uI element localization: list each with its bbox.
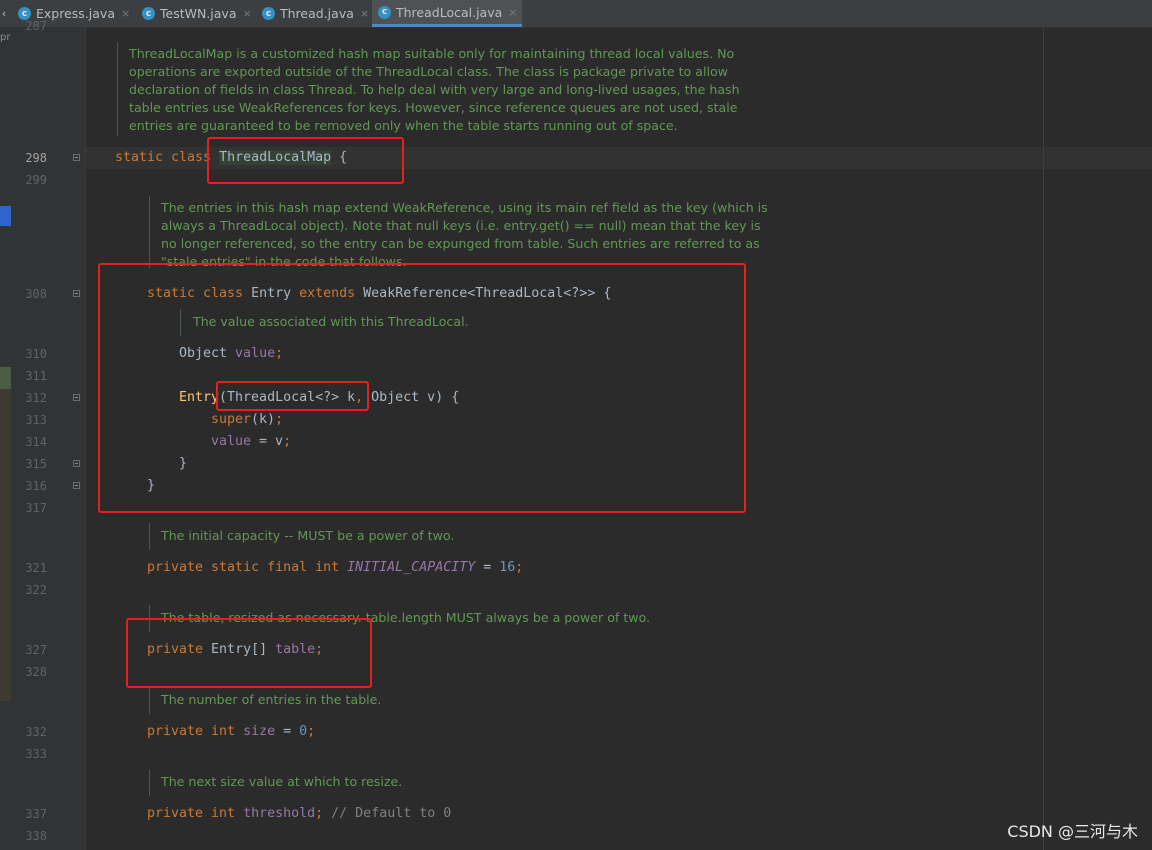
line-number: 338 xyxy=(25,829,47,843)
doc-comment-bar xyxy=(149,196,150,268)
fold-icon[interactable] xyxy=(73,482,80,489)
diff-marker xyxy=(0,367,11,389)
semicolon: ; xyxy=(307,724,316,739)
line-number: 308 xyxy=(25,287,47,301)
line-number: 332 xyxy=(25,725,47,739)
number-literal: 0 xyxy=(299,724,308,739)
doc-comment-bar xyxy=(117,42,118,136)
project-strip-label: pr xyxy=(0,32,11,43)
selection-marker xyxy=(0,206,11,226)
line-number: 314 xyxy=(25,435,47,449)
line-number: 312 xyxy=(25,391,47,405)
keyword: private int xyxy=(147,724,244,739)
line-number: 328 xyxy=(25,665,47,679)
scope-marker xyxy=(0,389,11,701)
fold-icon[interactable] xyxy=(73,460,80,467)
close-icon[interactable]: × xyxy=(508,6,517,19)
line-number: 313 xyxy=(25,413,47,427)
number-literal: 16 xyxy=(499,560,516,575)
line-number: 298 xyxy=(25,151,47,165)
annotation-box-threadlocal-key xyxy=(216,381,369,411)
tab-thread-java[interactable]: c Thread.java × xyxy=(256,0,370,27)
keyword: private int xyxy=(147,806,244,821)
annotation-box-entry-class xyxy=(98,263,746,513)
doc-line: ThreadLocalMap is a customized hash map … xyxy=(129,46,735,61)
project-tool-strip[interactable]: pr xyxy=(0,28,11,850)
doc-comment-bar xyxy=(149,769,150,796)
semicolon: ; xyxy=(515,560,524,575)
field-name: threshold xyxy=(243,806,316,821)
fold-icon[interactable] xyxy=(73,154,80,161)
doc-comment-threadlocalmap: ThreadLocalMap is a customized hash map … xyxy=(129,45,740,135)
line-number: 311 xyxy=(25,369,47,383)
doc-comment-bar xyxy=(149,687,150,714)
line-number: 337 xyxy=(25,807,47,821)
doc-line: table entries use WeakReferences for key… xyxy=(129,100,738,115)
doc-comment-capacity: The initial capacity -- MUST be a power … xyxy=(161,528,455,543)
java-class-icon: c xyxy=(262,7,275,20)
fold-icon[interactable] xyxy=(73,290,80,297)
java-class-icon: c xyxy=(378,5,391,19)
tab-label: Thread.java xyxy=(280,6,354,21)
annotation-box-entry-table xyxy=(126,618,372,688)
code-text: = xyxy=(475,560,500,575)
doc-comment-size: The number of entries in the table. xyxy=(161,692,382,707)
close-icon[interactable]: × xyxy=(243,7,252,20)
doc-line: operations are exported outside of the T… xyxy=(129,64,728,79)
keyword: private static final int xyxy=(147,560,348,575)
line-number: 333 xyxy=(25,747,47,761)
line-number: 299 xyxy=(25,173,47,187)
close-icon[interactable]: × xyxy=(121,7,130,20)
tab-threadlocal-java[interactable]: c ThreadLocal.java × xyxy=(372,0,522,27)
line-number: 316 xyxy=(25,479,47,493)
java-class-icon: c xyxy=(142,7,155,20)
doc-line: The entries in this hash map extend Weak… xyxy=(161,200,768,215)
constant-name: INITIAL_CAPACITY xyxy=(347,560,476,575)
line-number-gutter: 287 298 299 308 310 311 312 313 314 315 … xyxy=(11,19,86,850)
doc-comment-threshold: The next size value at which to resize. xyxy=(161,774,403,789)
semicolon: ; xyxy=(315,806,324,821)
line-number: 327 xyxy=(25,643,47,657)
line-comment: // Default to 0 xyxy=(323,806,452,821)
code-line-321[interactable]: private static final int INITIAL_CAPACIT… xyxy=(147,559,523,577)
tab-label: Express.java xyxy=(36,6,115,21)
doc-line: no longer referenced, so the entry can b… xyxy=(161,236,760,251)
line-number: 315 xyxy=(25,457,47,471)
annotation-box-threadlocalmap xyxy=(207,137,404,184)
doc-comment-entry: The entries in this hash map extend Weak… xyxy=(161,199,768,271)
keyword: static class xyxy=(115,150,220,165)
tab-label: TestWN.java xyxy=(160,6,237,21)
line-number: 321 xyxy=(25,561,47,575)
right-margin-guide xyxy=(1043,28,1044,850)
fold-icon[interactable] xyxy=(73,394,80,401)
watermark: CSDN @三河与木 xyxy=(1007,822,1138,841)
doc-comment-bar xyxy=(149,523,150,550)
code-line-337[interactable]: private int threshold; // Default to 0 xyxy=(147,805,451,823)
line-number: 317 xyxy=(25,501,47,515)
tab-scroll-left-icon[interactable]: ‹ xyxy=(0,0,8,27)
editor-tab-bar: ‹ c Express.java × c TestWN.java × c Thr… xyxy=(0,0,1152,28)
doc-line: always a ThreadLocal object). Note that … xyxy=(161,218,761,233)
field-name: size xyxy=(243,724,276,739)
tab-label: ThreadLocal.java xyxy=(396,4,503,20)
line-number: 287 xyxy=(25,19,47,33)
tab-testwn-java[interactable]: c TestWN.java × xyxy=(136,0,254,27)
doc-line: declaration of fields in class Thread. T… xyxy=(129,82,740,97)
code-text: = xyxy=(275,724,300,739)
doc-line: entries are guaranteed to be removed onl… xyxy=(129,118,678,133)
line-number: 322 xyxy=(25,583,47,597)
line-number: 310 xyxy=(25,347,47,361)
code-line-332[interactable]: private int size = 0; xyxy=(147,723,315,741)
close-icon[interactable]: × xyxy=(360,7,369,20)
